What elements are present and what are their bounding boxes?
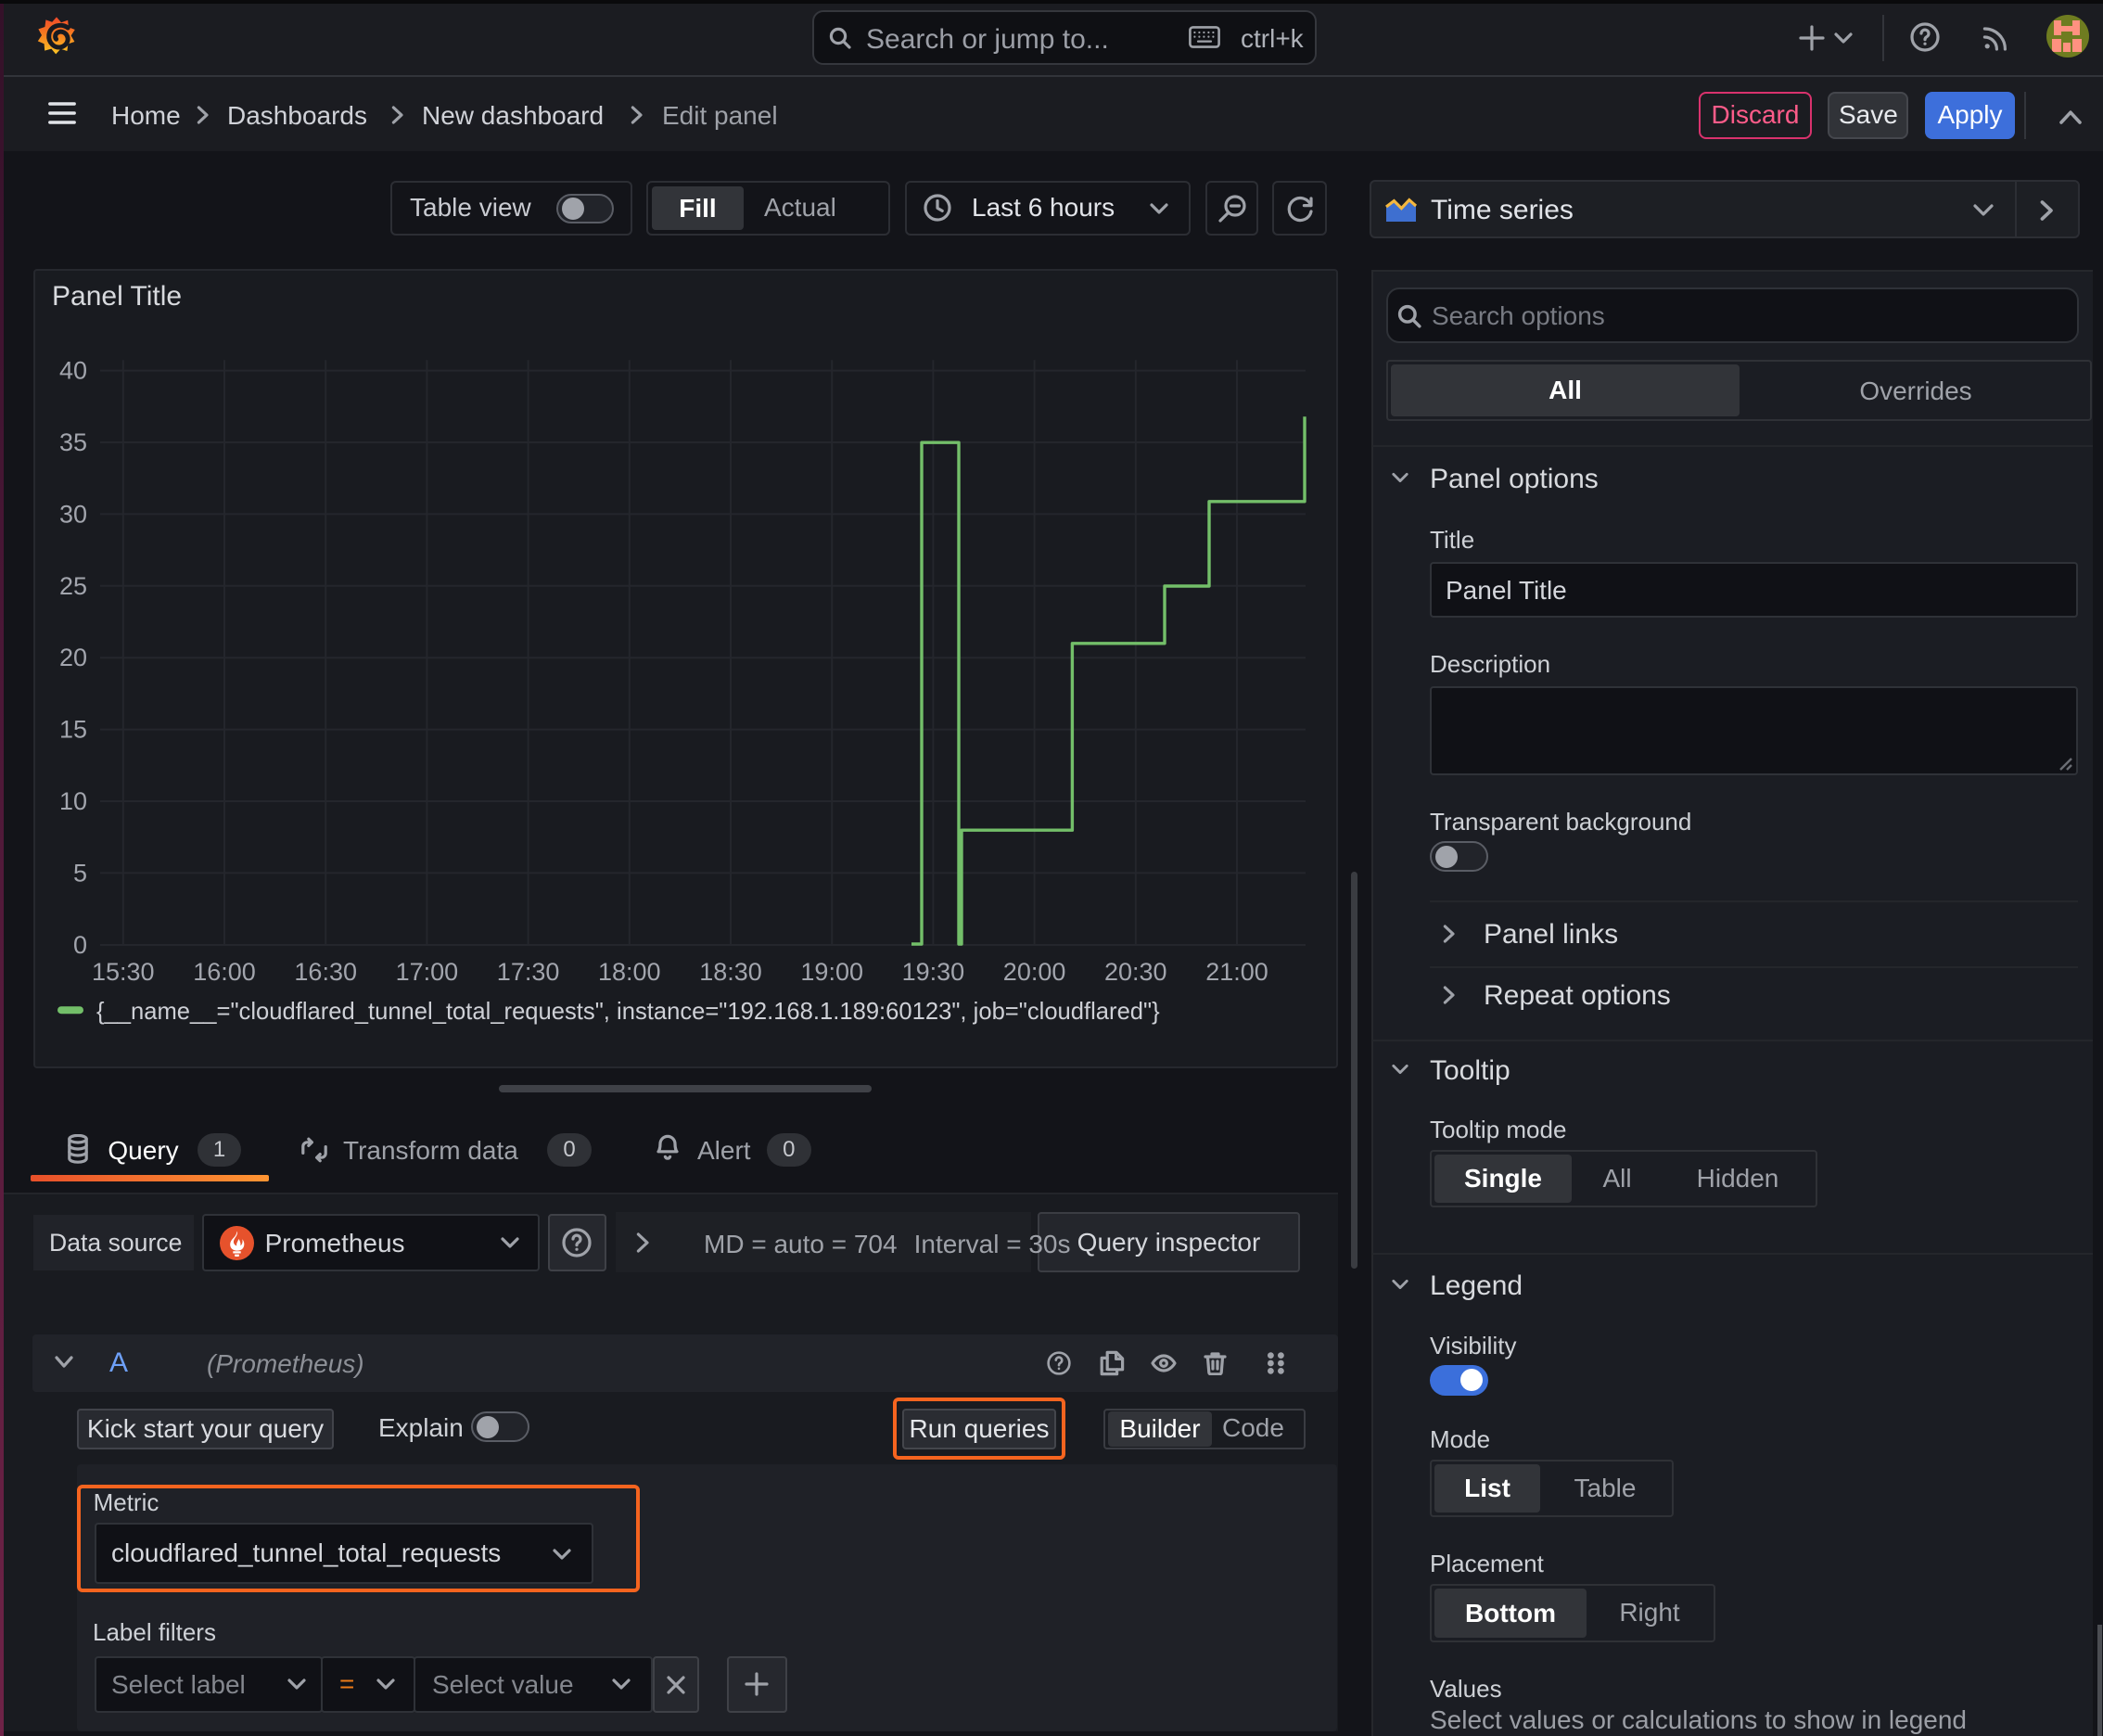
svg-text:{__name__="cloudflared_tunnel_: {__name__="cloudflared_tunnel_total_requ…: [96, 999, 1160, 1025]
svg-text:19:00: 19:00: [800, 958, 863, 986]
svg-text:21:00: 21:00: [1205, 958, 1268, 986]
svg-text:35: 35: [59, 428, 87, 456]
svg-text:17:00: 17:00: [396, 958, 459, 986]
svg-text:18:30: 18:30: [699, 958, 762, 986]
svg-text:20:30: 20:30: [1104, 958, 1167, 986]
svg-text:0: 0: [73, 931, 87, 959]
svg-text:40: 40: [59, 356, 87, 384]
svg-text:16:30: 16:30: [294, 958, 357, 986]
svg-text:16:00: 16:00: [193, 958, 256, 986]
svg-text:5: 5: [73, 859, 87, 887]
svg-text:15:30: 15:30: [92, 958, 155, 986]
svg-text:15: 15: [59, 715, 87, 743]
svg-text:20: 20: [59, 644, 87, 671]
svg-text:19:30: 19:30: [902, 958, 965, 986]
svg-text:20:00: 20:00: [1003, 958, 1066, 986]
svg-text:17:30: 17:30: [497, 958, 560, 986]
svg-text:10: 10: [59, 787, 87, 815]
svg-text:18:00: 18:00: [598, 958, 661, 986]
svg-text:30: 30: [59, 500, 87, 528]
svg-text:25: 25: [59, 572, 87, 600]
